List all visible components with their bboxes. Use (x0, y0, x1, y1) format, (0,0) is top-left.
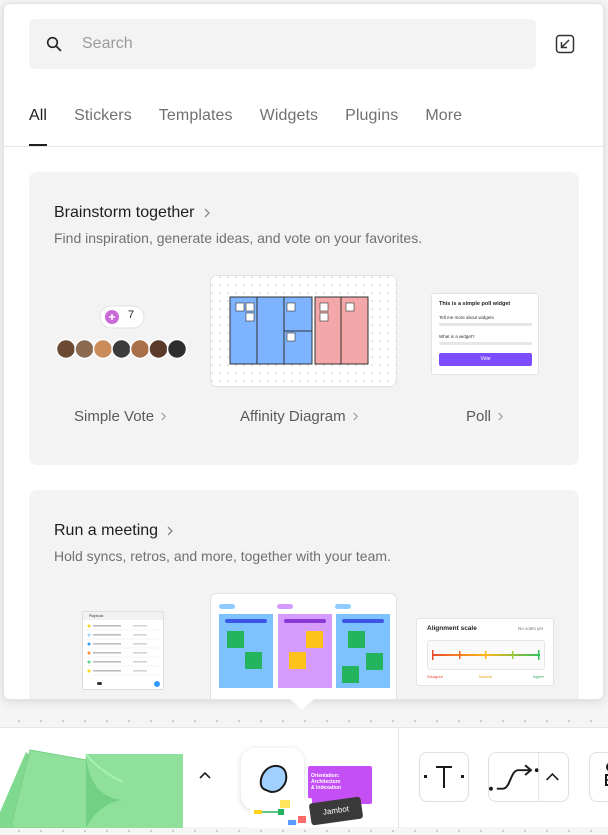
agenda-row-text (93, 625, 121, 627)
sticky-note-icon (0, 749, 183, 828)
vote-illustration (55, 305, 188, 360)
retro-board-thumbnail[interactable] (210, 593, 397, 699)
section-title-link[interactable]: Run a meeting (54, 522, 174, 540)
agenda-row-dot (87, 669, 91, 673)
agenda-row-time (133, 670, 147, 672)
scale-label-left: Disagree (427, 674, 444, 679)
toolbar-divider (398, 728, 399, 828)
tab-all[interactable]: All (29, 104, 48, 146)
text-tool-button[interactable] (419, 752, 469, 802)
chevron-right-icon (161, 412, 167, 421)
section-brainstorm: Brainstorm together Find inspiration, ge… (29, 172, 579, 465)
alignment-scale-thumbnail[interactable]: Alignment scale No votes yet Disagree Ne… (416, 618, 554, 686)
poll-bar-1 (439, 323, 532, 326)
connector-icon (489, 752, 559, 802)
poll-option-2: What is a widget? (439, 334, 475, 339)
tab-templates[interactable]: Templates (159, 104, 233, 146)
affinity-illustration (210, 275, 397, 387)
chevron-right-icon (204, 208, 210, 218)
agenda-row-text (93, 652, 121, 654)
voter-avatar (111, 338, 132, 360)
tab-stickers[interactable]: Stickers (74, 104, 132, 146)
collapse-panel-button[interactable] (553, 32, 577, 56)
chevron-right-icon (167, 526, 173, 536)
section-title-link[interactable]: Brainstorm together (54, 204, 211, 222)
agenda-rows (85, 624, 161, 687)
section-title: Run a meeting (54, 522, 159, 539)
agenda-header: Playbook (83, 612, 163, 620)
agenda-row-dot (87, 624, 91, 628)
meeting-agenda-thumbnail[interactable]: Playbook (82, 611, 164, 690)
poll-option-1: Tell me more about widgets (439, 315, 494, 320)
card-label: Affinity Diagram (240, 408, 346, 425)
card-label: Poll (466, 408, 492, 425)
agenda-row-dot (87, 660, 91, 664)
bottom-toolbar: Orientation: Architecture & Indexation J… (0, 727, 608, 828)
poll-thumbnail[interactable]: This is a simple poll widget Tell me mor… (431, 293, 539, 375)
section-title: Brainstorm together (54, 204, 195, 221)
table-icon (605, 763, 608, 786)
affinity-diagram-link[interactable]: Affinity Diagram (240, 408, 359, 425)
voter-avatar (129, 338, 151, 360)
tabs-divider (4, 146, 603, 147)
vote-count: 7 (128, 309, 135, 321)
agenda-row-dot (87, 633, 91, 637)
poll-vote-label: Vote (480, 356, 491, 362)
agenda-row-text (93, 670, 121, 672)
section-subtitle: Find inspiration, generate ideas, and vo… (54, 230, 423, 246)
agenda-row-dot (87, 642, 91, 646)
poll-vote-button: Vote (439, 353, 532, 366)
agenda-row-time (133, 652, 147, 654)
voter-avatar (92, 338, 114, 360)
category-tabs: All Stickers Templates Widgets Plugins M… (29, 104, 489, 148)
tab-more[interactable]: More (425, 104, 462, 146)
search-icon (46, 36, 62, 52)
poll-link[interactable]: Poll (466, 408, 504, 425)
card-label: Simple Vote (74, 408, 155, 425)
scale-label-right: Agree (533, 674, 544, 679)
agenda-row-time (133, 661, 147, 663)
voter-avatar (166, 338, 188, 360)
diagram-sticker-icon (254, 800, 306, 825)
poll-bar-2 (439, 342, 532, 345)
simple-vote-thumbnail[interactable]: 7 (53, 304, 193, 364)
agenda-header-text: Playbook (89, 614, 104, 618)
connector-tool-button[interactable] (488, 752, 569, 802)
voter-avatar (74, 338, 95, 360)
text-icon (424, 766, 464, 788)
simple-vote-link[interactable]: Simple Vote (74, 408, 167, 425)
table-tool-button[interactable] (589, 752, 608, 802)
sticky-options-caret[interactable] (198, 770, 212, 780)
agenda-row-time (133, 634, 147, 636)
chevron-right-icon (498, 412, 504, 421)
voter-avatar (148, 338, 169, 360)
agenda-row-text (93, 661, 121, 663)
tab-plugins[interactable]: Plugins (345, 104, 398, 146)
retro-illustration (219, 604, 390, 688)
poll-question: This is a simple poll widget (439, 301, 511, 307)
agenda-row-dot (87, 651, 91, 655)
sticker-diagram (250, 798, 312, 828)
search-box[interactable] (29, 19, 536, 69)
search-input[interactable] (82, 35, 502, 53)
voter-avatar (55, 338, 77, 360)
agenda-row-time (133, 625, 147, 627)
tab-widgets[interactable]: Widgets (260, 104, 319, 146)
scale-label-mid: Neutral (479, 674, 492, 679)
agenda-row-time (133, 643, 147, 645)
agenda-row-text (93, 634, 121, 636)
affinity-diagram-thumbnail[interactable] (210, 275, 397, 387)
sticker-line: & Indexation (311, 785, 342, 791)
agenda-row-text (93, 643, 121, 645)
collapse-icon (555, 34, 575, 54)
sticker-stack[interactable]: Orientation: Architecture & Indexation J… (250, 764, 375, 828)
section-subtitle: Hold syncs, retros, and more, together w… (54, 548, 391, 564)
section-meeting: Run a meeting Hold syncs, retros, and mo… (29, 490, 579, 699)
sticky-note-tool[interactable] (0, 742, 185, 828)
panel-pointer (290, 699, 314, 710)
stamp-text: Jambot (322, 804, 350, 817)
chevron-right-icon (352, 412, 358, 421)
resources-panel: All Stickers Templates Widgets Plugins M… (3, 3, 604, 700)
